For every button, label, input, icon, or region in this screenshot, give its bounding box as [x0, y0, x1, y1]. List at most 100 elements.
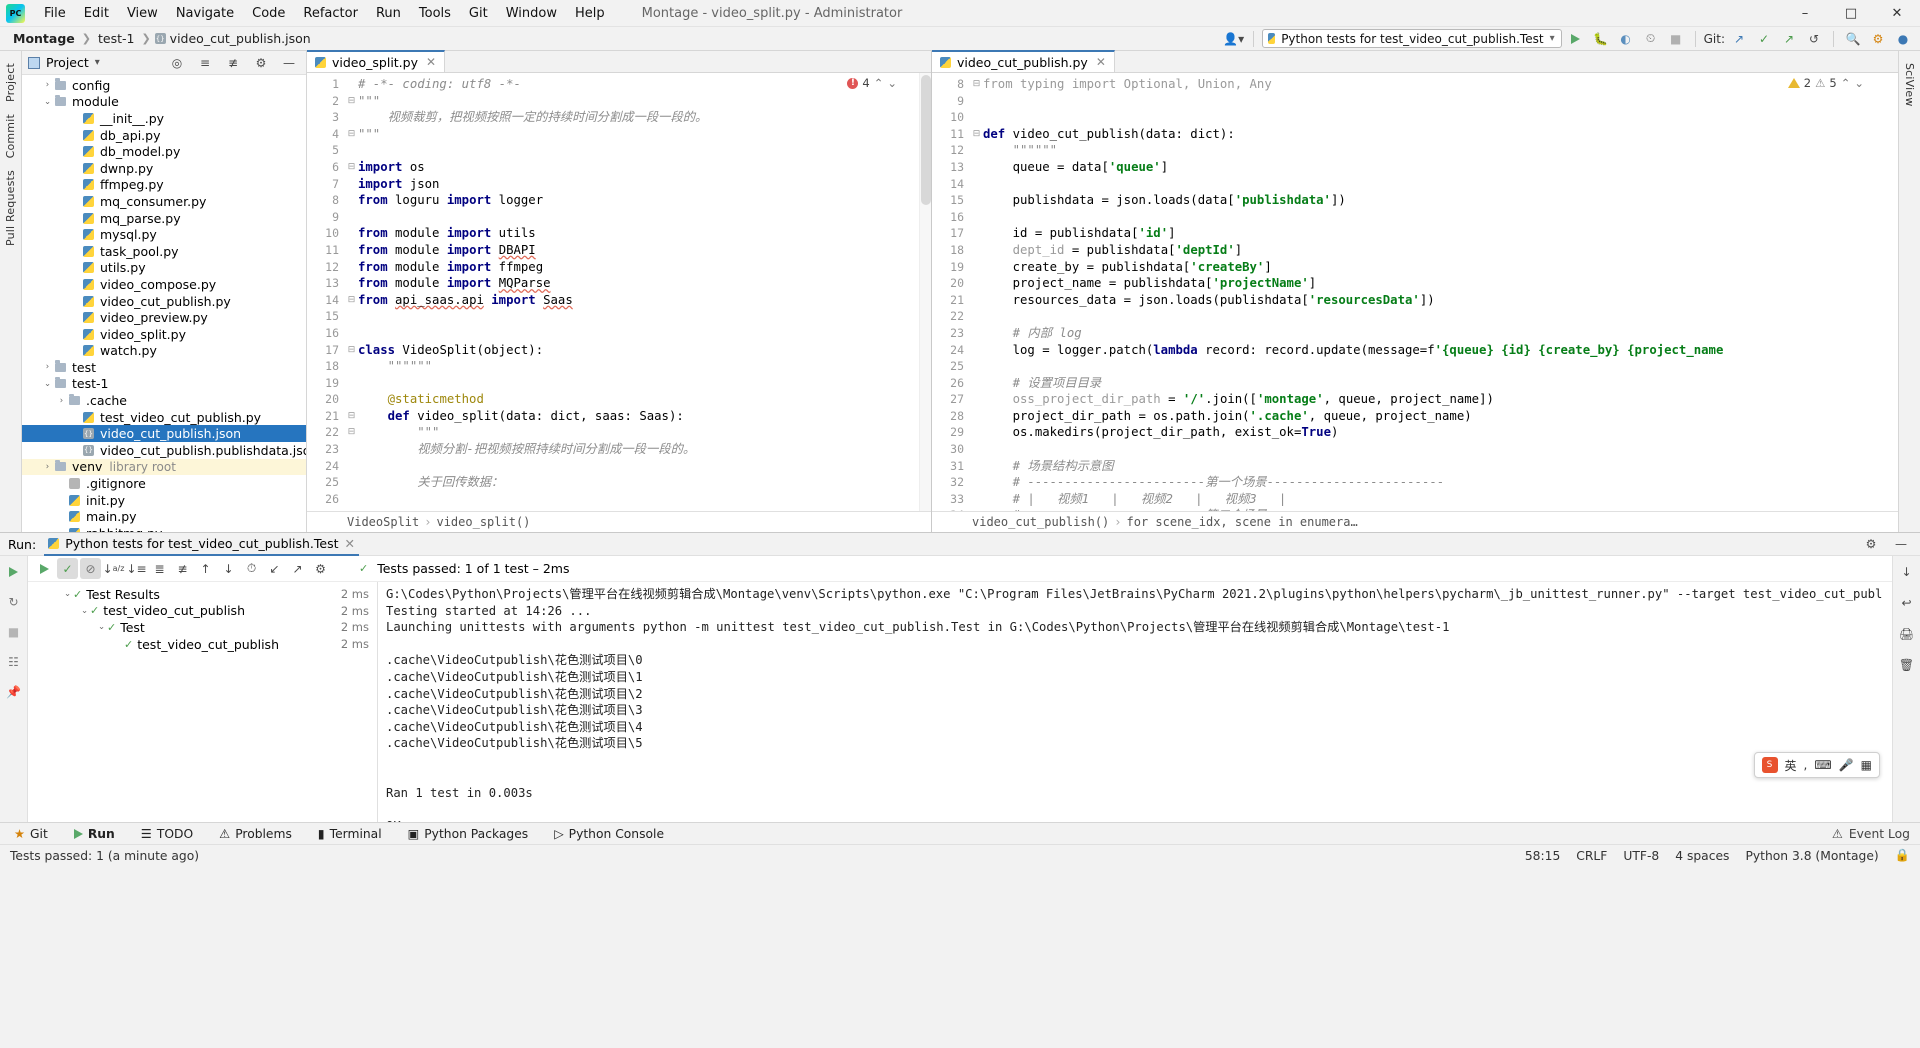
tree-item[interactable]: › test	[22, 359, 306, 376]
tree-item[interactable]: ⌄ module	[22, 94, 306, 111]
code-line[interactable]: from loguru import logger	[358, 192, 931, 209]
run-console-output[interactable]: G:\Codes\Python\Projects\管理平台在线视频剪辑合成\Mo…	[378, 582, 1892, 822]
collapse-all-icon[interactable]: ≢	[222, 53, 244, 73]
code-area-right[interactable]: 2 ⚠ 5 ⌃ ⌄ 8 9 10 11 12 13 14 15 16 17 18 19 20 21 22 23…	[932, 73, 1898, 511]
code-line[interactable]: """	[358, 93, 931, 110]
toolwindow-run[interactable]: Run	[70, 825, 119, 843]
fold-toggle-icon[interactable]: ⊟	[345, 342, 358, 359]
tree-item[interactable]: mq_consumer.py	[22, 193, 306, 210]
source-code-right[interactable]: from typing import Optional, Union, Any …	[983, 73, 1898, 511]
ime-language[interactable]: 英	[1785, 757, 1797, 774]
chevron-icon[interactable]: ⌄	[62, 589, 73, 599]
close-button[interactable]: ✕	[1874, 0, 1920, 27]
soft-wrap-icon[interactable]: ↩	[1896, 592, 1917, 613]
tree-item[interactable]: ⌄ test-1	[22, 376, 306, 393]
rerun-icon[interactable]	[34, 558, 55, 579]
close-icon[interactable]: ✕	[1096, 55, 1106, 69]
inspection-badge-right[interactable]: 2 ⚠ 5 ⌃ ⌄	[1787, 76, 1864, 90]
code-line[interactable]: def video_cut_publish(data: dict):	[983, 126, 1898, 143]
options-icon[interactable]: ⚙	[250, 53, 272, 73]
event-log-button[interactable]: ⚠ Event Log	[1832, 827, 1910, 841]
code-line[interactable]: from api_saas.api import Saas	[358, 292, 931, 309]
tree-item[interactable]: utils.py	[22, 260, 306, 277]
code-line[interactable]	[983, 209, 1898, 226]
import-tests-icon[interactable]: ↙	[264, 558, 285, 579]
breadcrumb-folder[interactable]: test-1	[95, 30, 137, 47]
breadcrumb-class[interactable]: VideoSplit	[347, 515, 419, 529]
code-line[interactable]: import os	[358, 159, 931, 176]
toolwindow-python-packages[interactable]: ▣ Python Packages	[404, 825, 533, 843]
tree-item[interactable]: rabbitmq.py	[22, 525, 306, 532]
tree-item[interactable]: init.py	[22, 492, 306, 509]
code-line[interactable]: from module import utils	[358, 225, 931, 242]
clear-all-icon[interactable]: 🗑	[1896, 654, 1917, 675]
tree-item[interactable]: test_video_cut_publish.py	[22, 409, 306, 426]
code-line[interactable]: # | 视频1 | 视频2 | 视频3 |	[983, 491, 1898, 508]
ime-toolbar[interactable]: S 英 , ⌨ 🎤 ▦	[1753, 752, 1880, 778]
code-line[interactable]: oss_project_dir_path = '/'.join(['montag…	[983, 391, 1898, 408]
tool-window-project[interactable]: Project	[4, 57, 17, 108]
fold-toggle-icon[interactable]: ⊟	[970, 76, 983, 93]
stop-icon[interactable]: ■	[1665, 29, 1687, 49]
minimize-button[interactable]: –	[1782, 0, 1828, 27]
fold-toggle-icon[interactable]: ⊟	[345, 424, 358, 441]
code-line[interactable]: create_by = publishdata['createBy']	[983, 259, 1898, 276]
git-history-icon[interactable]: ↺	[1803, 29, 1825, 49]
menu-window[interactable]: Window	[497, 2, 566, 25]
rerun-failed-icon[interactable]: ↻	[3, 591, 24, 612]
scrollbar-thumb[interactable]	[921, 75, 931, 205]
tree-item[interactable]: main.py	[22, 508, 306, 525]
menu-file[interactable]: File	[35, 2, 75, 25]
code-line[interactable]: log = logger.patch(lambda record: record…	[983, 342, 1898, 359]
tree-item[interactable]: mq_parse.py	[22, 210, 306, 227]
tree-item[interactable]: mysql.py	[22, 226, 306, 243]
keyboard-icon[interactable]: ⌨	[1814, 758, 1831, 772]
code-line[interactable]: 视频分割-把视频按照持续时间分割成一段一段的。	[358, 441, 931, 458]
menu-edit[interactable]: Edit	[75, 2, 118, 25]
code-line[interactable]: # 设置项目目录	[983, 375, 1898, 392]
expand-all-icon[interactable]: ≣	[149, 558, 170, 579]
git-push-icon[interactable]: ↗	[1778, 29, 1800, 49]
tree-item[interactable]: › venv library root	[22, 458, 306, 476]
code-line[interactable]	[358, 375, 931, 392]
hide-panel-icon[interactable]: —	[1890, 534, 1912, 554]
chevron-icon[interactable]: ›	[42, 462, 53, 472]
tree-item[interactable]: task_pool.py	[22, 243, 306, 260]
toolwindow-todo[interactable]: ☰ TODO	[137, 825, 197, 843]
close-icon[interactable]: ✕	[345, 536, 355, 551]
menu-refactor[interactable]: Refactor	[294, 2, 367, 25]
code-line[interactable]: # ------------------------第二个场景---------…	[983, 507, 1898, 511]
indent-setting[interactable]: 4 spaces	[1675, 849, 1729, 863]
code-line[interactable]: from module import ffmpeg	[358, 259, 931, 276]
menu-view[interactable]: View	[118, 2, 167, 25]
code-area-left[interactable]: ! 4 ⌃ ⌄ 1 2 3 4 5 6 7 8 9 10 11 12 13 14 15 16 17 18 19 20 2…	[307, 73, 931, 511]
toolwindow-python-console[interactable]: ▷ Python Console	[550, 825, 668, 843]
tree-item[interactable]: video_compose.py	[22, 276, 306, 293]
scroll-to-end-icon[interactable]: ↓	[1896, 561, 1917, 582]
git-update-icon[interactable]: ↗	[1728, 29, 1750, 49]
tree-item[interactable]: video_preview.py	[22, 309, 306, 326]
menu-tools[interactable]: Tools	[410, 2, 460, 25]
chevron-down-icon[interactable]: ▾	[95, 57, 100, 68]
next-problem-icon[interactable]: ⌄	[1854, 76, 1864, 90]
rerun-icon[interactable]	[3, 561, 24, 582]
fold-toggle-icon[interactable]: ⊟	[345, 159, 358, 176]
test-results-tree[interactable]: ⌄ ✓ Test Results 2 ms ⌄ ✓ test_video_cut_publi…	[28, 582, 378, 822]
chevron-icon[interactable]: ›	[42, 80, 53, 90]
expand-all-icon[interactable]: ≡	[194, 53, 216, 73]
code-line[interactable]: # 场景结构示意图	[983, 458, 1898, 475]
code-line[interactable]: """"""	[983, 142, 1898, 159]
next-problem-icon[interactable]: ⌄	[887, 76, 897, 90]
test-tree-row[interactable]: ⌄ ✓ Test 2 ms	[28, 619, 377, 636]
run-icon[interactable]	[1565, 29, 1587, 49]
menu-git[interactable]: Git	[460, 2, 497, 25]
tree-item[interactable]: ffmpeg.py	[22, 177, 306, 194]
menu-code[interactable]: Code	[243, 2, 294, 25]
prev-test-icon[interactable]: ↑	[195, 558, 216, 579]
code-line[interactable]: os.makedirs(project_dir_path, exist_ok=T…	[983, 424, 1898, 441]
code-line[interactable]	[358, 325, 931, 342]
code-line[interactable]: queue = data['queue']	[983, 159, 1898, 176]
settings-icon[interactable]: ⚙	[310, 558, 331, 579]
code-line[interactable]	[983, 358, 1898, 375]
chevron-icon[interactable]: ⌄	[79, 606, 90, 616]
